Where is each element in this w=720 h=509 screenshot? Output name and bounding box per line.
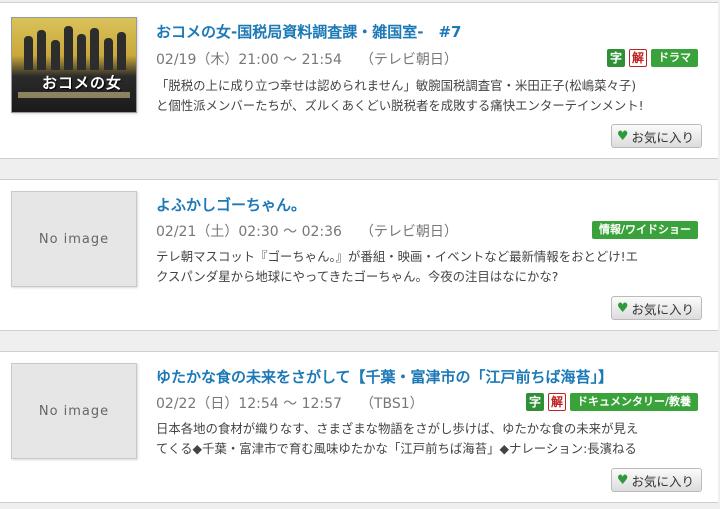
program-schedule: 02/21（土）02:30 ～ 02:36 （テレビ朝日） xyxy=(156,221,458,241)
favorite-label: お気に入り xyxy=(631,473,694,489)
description-line: てくる◆千葉・富津市で育む風味ゆたかな「江戸前ちば海苔」◆ナレーション:長濱ねる xyxy=(156,441,637,456)
favorite-button[interactable]: ♥ お気に入り xyxy=(610,124,702,148)
program-datetime: 02/21（土）02:30 ～ 02:36 xyxy=(156,224,342,240)
genre-badge: ドキュメンタリー/教養 xyxy=(569,393,698,411)
program-description: 「脱税の上に成り立つ幸せは認められません」敏腕国税調査官・米田正子(松嶋菜々子)… xyxy=(156,76,706,116)
program-card[interactable]: おコメの女 おコメの女-国税局資料調査課・雑国室- #7 02/19（木）21:… xyxy=(0,2,718,159)
program-card[interactable]: No image よふかしゴーちゃん。 02/21（土）02:30 ～ 02:3… xyxy=(0,179,718,331)
program-channel: （TBS1） xyxy=(359,396,424,412)
heart-icon: ♥ xyxy=(616,128,629,144)
program-channel: （テレビ朝日） xyxy=(359,52,458,68)
heart-icon: ♥ xyxy=(616,300,629,316)
poster-cast-art xyxy=(24,26,126,70)
no-image-placeholder: No image xyxy=(38,231,110,247)
description-line: 日本各地の食材が織りなす、さまざまな物語をさがし歩けば、ゆたかな食の未来が見え xyxy=(156,421,639,436)
description-line: と個性派メンバーたちが、ズルくあくどい脱税者を成敗する痛快エンターテインメント! xyxy=(156,98,644,113)
program-title[interactable]: よふかしゴーちゃん。 xyxy=(156,194,698,215)
description-line: テレ朝マスコット『ゴーちゃん。』が番組・映画・イベントなど最新情報をおとどけ!エ xyxy=(156,249,639,264)
poster-title: おコメの女 xyxy=(42,74,123,92)
description-line: 「脱税の上に成り立つ幸せは認められません」敏腕国税調査官・米田正子(松嶋菜々子) xyxy=(156,78,637,93)
description-line: クスパンダ星から地球にやってきたゴーちゃん。今夜の注目はなにかな? xyxy=(156,269,559,284)
program-schedule: 02/19（木）21:00 ～ 21:54 （テレビ朝日） xyxy=(156,49,458,69)
subtitle-badge: 字 xyxy=(525,393,544,411)
program-badges: 情報/ワイドショー xyxy=(591,221,698,239)
program-card[interactable]: No image ゆたかな食の未来をさがして【千葉・富津市の「江戸前ちば海苔」】… xyxy=(0,351,718,503)
program-description: テレ朝マスコット『ゴーちゃん。』が番組・映画・イベントなど最新情報をおとどけ!エ… xyxy=(156,247,706,287)
genre-badge: 情報/ワイドショー xyxy=(591,221,698,239)
favorite-button[interactable]: ♥ お気に入り xyxy=(610,468,702,492)
program-title[interactable]: ゆたかな食の未来をさがして【千葉・富津市の「江戸前ちば海苔」】 xyxy=(156,366,698,387)
program-description: 日本各地の食材が織りなす、さまざまな物語をさがし歩けば、ゆたかな食の未来が見え … xyxy=(156,419,706,459)
genre-badge: ドラマ xyxy=(651,49,698,67)
program-badges: 字 解 ドラマ xyxy=(607,49,698,67)
favorite-label: お気に入り xyxy=(631,129,694,145)
program-badges: 字 解 ドキュメンタリー/教養 xyxy=(525,393,698,411)
heart-icon: ♥ xyxy=(616,472,629,488)
program-datetime: 02/19（木）21:00 ～ 21:54 xyxy=(156,52,342,68)
no-image-placeholder: No image xyxy=(38,403,110,419)
commentary-badge: 解 xyxy=(547,393,566,411)
program-thumbnail[interactable]: No image xyxy=(11,191,137,287)
program-datetime: 02/22（日）12:54 ～ 12:57 xyxy=(156,396,342,412)
program-schedule: 02/22（日）12:54 ～ 12:57 （TBS1） xyxy=(156,393,424,413)
program-channel: （テレビ朝日） xyxy=(359,224,458,240)
program-thumbnail[interactable]: No image xyxy=(11,363,137,459)
commentary-badge: 解 xyxy=(629,49,647,67)
favorite-button[interactable]: ♥ お気に入り xyxy=(610,296,702,320)
program-thumbnail[interactable]: おコメの女 xyxy=(11,17,137,113)
subtitle-badge: 字 xyxy=(607,49,625,67)
favorite-label: お気に入り xyxy=(631,301,694,317)
program-title[interactable]: おコメの女-国税局資料調査課・雑国室- #7 xyxy=(156,21,698,42)
